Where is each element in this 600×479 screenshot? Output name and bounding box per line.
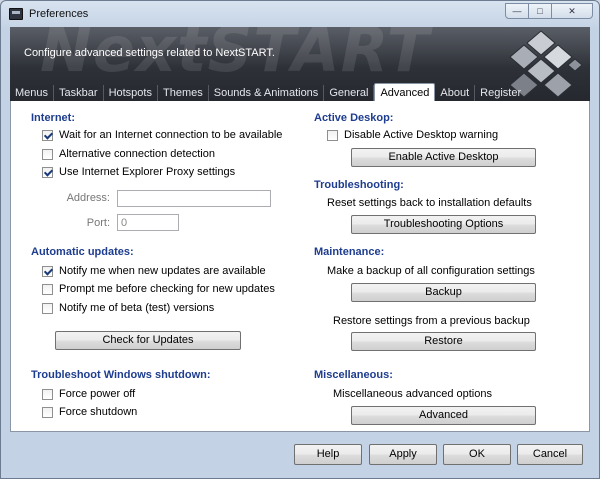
help-button[interactable]: Help (294, 444, 362, 465)
wait-connection-label: Wait for an Internet connection to be av… (59, 129, 283, 141)
advanced-options-button[interactable]: Advanced (351, 406, 536, 425)
notify-new-label: Notify me when new updates are available (59, 265, 266, 277)
dialog-button-bar: Help Apply OK Cancel (1, 433, 599, 479)
close-button[interactable]: ✕ (551, 3, 593, 19)
tab-menus[interactable]: Menus (10, 85, 55, 101)
tab-about[interactable]: About (435, 85, 476, 101)
use-ie-proxy-option[interactable]: Use Internet Explorer Proxy settings (42, 166, 235, 178)
notify-new-option[interactable]: Notify me when new updates are available (42, 265, 266, 277)
window-title: Preferences (29, 8, 89, 20)
tab-sounds-animations[interactable]: Sounds & Animations (209, 85, 325, 101)
troubleshooting-group-title: Troubleshooting: (314, 179, 404, 191)
alt-detection-checkbox[interactable] (42, 148, 53, 160)
notify-beta-checkbox[interactable] (42, 302, 53, 314)
notify-beta-label: Notify me of beta (test) versions (59, 302, 215, 314)
address-label: Address: (66, 192, 110, 204)
prompt-before-checkbox[interactable] (42, 283, 53, 295)
notify-new-checkbox[interactable] (42, 265, 53, 277)
alt-detection-option[interactable]: Alternative connection detection (42, 148, 215, 160)
disable-ad-warning-checkbox[interactable] (327, 129, 338, 141)
disable-ad-warning-label: Disable Active Desktop warning (344, 129, 499, 141)
wait-connection-option[interactable]: Wait for an Internet connection to be av… (42, 129, 282, 141)
disable-ad-warning-option[interactable]: Disable Active Desktop warning (327, 129, 498, 141)
maximize-button[interactable]: □ (528, 3, 552, 19)
minimize-icon: — (512, 5, 522, 16)
window-controls: — □ ✕ (505, 3, 593, 19)
port-label: Port: (86, 217, 110, 229)
force-shutdown-option[interactable]: Force shutdown (42, 406, 137, 418)
troubleshooting-options-button[interactable]: Troubleshooting Options (351, 215, 536, 234)
alt-detection-label: Alternative connection detection (59, 148, 215, 160)
force-shutdown-label: Force shutdown (59, 406, 138, 418)
shutdown-group-title: Troubleshoot Windows shutdown: (31, 369, 211, 381)
misc-description: Miscellaneous advanced options (333, 388, 492, 400)
cancel-button[interactable]: Cancel (517, 444, 583, 465)
use-ie-proxy-checkbox[interactable] (42, 166, 53, 178)
wait-connection-checkbox[interactable] (42, 129, 53, 141)
close-icon: ✕ (568, 5, 576, 16)
tab-themes[interactable]: Themes (158, 85, 209, 101)
address-input[interactable] (117, 190, 271, 207)
tab-taskbar[interactable]: Taskbar (54, 85, 104, 101)
force-shutdown-checkbox[interactable] (42, 406, 53, 418)
restore-button[interactable]: Restore (351, 332, 536, 351)
check-for-updates-button[interactable]: Check for Updates (55, 331, 241, 350)
notify-beta-option[interactable]: Notify me of beta (test) versions (42, 302, 214, 314)
updates-group-title: Automatic updates: (31, 246, 134, 258)
internet-group-title: Internet: (31, 112, 75, 124)
force-power-off-label: Force power off (59, 388, 136, 400)
ok-button[interactable]: OK (443, 444, 511, 465)
apply-button[interactable]: Apply (369, 444, 437, 465)
preferences-window: Preferences — □ ✕ NextSTART Configure ad… (0, 0, 600, 479)
maximize-icon: □ (537, 5, 543, 16)
tab-general[interactable]: General (324, 85, 375, 101)
port-input[interactable] (117, 214, 179, 231)
backup-button[interactable]: Backup (351, 283, 536, 302)
tab-bar: Menus Taskbar Hotspots Themes Sounds & A… (10, 83, 526, 101)
minimize-button[interactable]: — (505, 3, 529, 19)
restore-description: Restore settings from a previous backup (333, 315, 530, 327)
force-power-off-option[interactable]: Force power off (42, 388, 135, 400)
force-power-off-checkbox[interactable] (42, 388, 53, 400)
maintenance-group-title: Maintenance: (314, 246, 385, 258)
use-ie-proxy-label: Use Internet Explorer Proxy settings (59, 166, 236, 178)
backup-description: Make a backup of all configuration setti… (327, 265, 535, 277)
prompt-before-option[interactable]: Prompt me before checking for new update… (42, 283, 275, 295)
tab-register: Register (480, 87, 522, 99)
app-icon (9, 8, 23, 20)
misc-group-title: Miscellaneous: (314, 369, 393, 381)
enable-active-desktop-button[interactable]: Enable Active Desktop (351, 148, 536, 167)
banner-text: Configure advanced settings related to N… (24, 47, 275, 59)
title-bar[interactable]: Preferences — □ ✕ (1, 1, 599, 27)
advanced-panel: Internet: Wait for an Internet connectio… (10, 101, 590, 432)
tab-advanced[interactable]: Advanced (374, 83, 436, 101)
active-desktop-group-title: Active Deskop: (314, 112, 394, 124)
troubleshooting-description: Reset settings back to installation defa… (327, 197, 532, 209)
prompt-before-label: Prompt me before checking for new update… (59, 283, 275, 295)
tab-hotspots[interactable]: Hotspots (104, 85, 158, 101)
